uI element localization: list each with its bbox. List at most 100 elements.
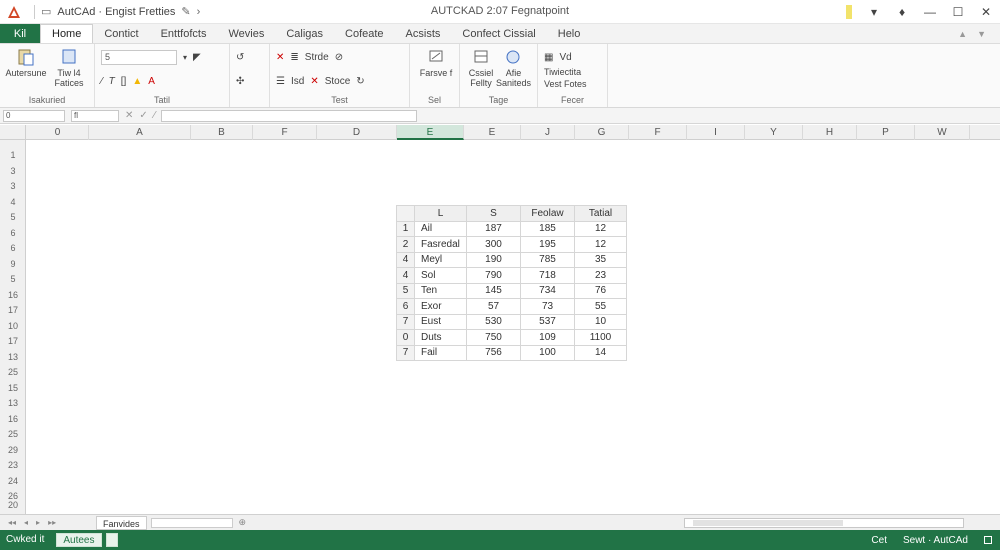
value-cell[interactable]: 100 xyxy=(520,344,575,361)
value-cell[interactable]: 756 xyxy=(466,344,521,361)
link-icon[interactable]: ⊘ xyxy=(335,52,343,63)
column-header[interactable]: W xyxy=(915,125,970,140)
row-index-cell[interactable]: 1 xyxy=(396,220,415,237)
brush-icon[interactable]: ⁄ xyxy=(101,76,103,87)
name-cell[interactable]: Exor xyxy=(414,298,467,315)
row-header[interactable]: 24 xyxy=(0,474,26,490)
name-cell[interactable]: Duts xyxy=(414,329,467,346)
restore-button[interactable]: ☐ xyxy=(944,5,972,19)
clear-icon[interactable]: ✕ xyxy=(310,76,318,87)
value-cell[interactable]: 57 xyxy=(466,298,521,315)
table-header-cell[interactable]: Tatial xyxy=(574,205,627,222)
align-row3-label[interactable]: Stoce xyxy=(325,76,351,87)
row-index-cell[interactable]: 7 xyxy=(396,344,415,361)
table-header-cell[interactable]: S xyxy=(466,205,521,222)
column-header[interactable]: F xyxy=(629,125,687,140)
column-header[interactable]: P xyxy=(857,125,915,140)
column-header[interactable]: H xyxy=(803,125,857,140)
value-cell[interactable]: 12 xyxy=(574,220,627,237)
format-painter-button[interactable]: Tiw l4 Fatices xyxy=(50,48,88,88)
row-index-cell[interactable]: 4 xyxy=(396,251,415,268)
save-icon[interactable]: ▭ xyxy=(41,5,51,18)
column-header[interactable]: I xyxy=(687,125,745,140)
font-color-icon[interactable]: A xyxy=(148,76,155,87)
name-cell[interactable]: Fasredal xyxy=(414,236,467,253)
name-cell[interactable]: Eust xyxy=(414,313,467,330)
name-cell[interactable]: Ten xyxy=(414,282,467,299)
prev-sheet-icon[interactable]: ◂ xyxy=(24,518,28,527)
row-header[interactable]: 10 xyxy=(0,319,26,335)
column-header[interactable]: G xyxy=(575,125,629,140)
value-cell[interactable]: 785 xyxy=(520,251,575,268)
row-header[interactable]: 29 xyxy=(0,443,26,459)
align-row2-label[interactable]: Isd xyxy=(291,76,304,87)
name-box[interactable]: 0 xyxy=(3,109,65,122)
column-header[interactable]: A xyxy=(89,125,191,140)
tab-home[interactable]: Home xyxy=(40,24,94,43)
delete-icon[interactable]: ✕ xyxy=(276,52,284,63)
italic-icon[interactable]: T xyxy=(109,76,115,87)
value-cell[interactable]: 195 xyxy=(520,236,575,253)
name-cell[interactable]: Meyl xyxy=(414,251,467,268)
column-header[interactable]: F xyxy=(253,125,317,140)
tab-file[interactable]: Kil xyxy=(0,24,40,43)
value-cell[interactable]: 790 xyxy=(466,267,521,284)
sheet-tab[interactable]: Fanvides xyxy=(96,515,147,530)
row-header[interactable]: 9 xyxy=(0,257,26,273)
row-header[interactable]: 23 xyxy=(0,458,26,474)
row-header[interactable]: 13 xyxy=(0,396,26,412)
pen-icon[interactable]: ✎ xyxy=(181,5,190,18)
cells-style-button[interactable]: Cssiel Fellty xyxy=(466,48,496,88)
value-cell[interactable]: 55 xyxy=(574,298,627,315)
row-header[interactable]: 1 xyxy=(0,148,26,164)
row-header[interactable]: 4 xyxy=(0,195,26,211)
row-header[interactable]: 20 xyxy=(0,498,26,514)
row-index-cell[interactable]: 0 xyxy=(396,329,415,346)
customize-qat-icon[interactable]: › xyxy=(197,6,201,18)
value-cell[interactable]: 185 xyxy=(520,220,575,237)
minimize-button[interactable]: — xyxy=(916,5,944,19)
align-row1-label[interactable]: Strde xyxy=(305,52,329,63)
cancel-icon[interactable]: ✕ xyxy=(125,110,133,121)
tab-help[interactable]: Helo xyxy=(547,24,592,43)
undo-icon[interactable]: ↺ xyxy=(236,52,244,63)
row-header[interactable]: 17 xyxy=(0,334,26,350)
last-sheet-icon[interactable]: ▸▸ xyxy=(48,518,56,527)
share-icon[interactable]: ♦ xyxy=(888,5,916,19)
ribbon-options-icon[interactable]: ▾ xyxy=(860,5,888,19)
value-cell[interactable]: 190 xyxy=(466,251,521,268)
value-cell[interactable]: 10 xyxy=(574,313,627,330)
value-cell[interactable]: 300 xyxy=(466,236,521,253)
value-cell[interactable]: 145 xyxy=(466,282,521,299)
view-icon[interactable] xyxy=(984,536,992,544)
row-header[interactable]: 5 xyxy=(0,210,26,226)
table-header-cell[interactable]: Feolaw xyxy=(520,205,575,222)
close-button[interactable]: ✕ xyxy=(972,5,1000,19)
editing-btn1[interactable]: Tiwiectita xyxy=(544,66,601,78)
number-format-button[interactable]: Farsve f xyxy=(416,48,456,78)
chevron-down-icon[interactable]: ▾ xyxy=(183,53,187,62)
value-cell[interactable]: 76 xyxy=(574,282,627,299)
select-all-corner[interactable] xyxy=(0,125,26,140)
editing-btn2[interactable]: Vest Fotes xyxy=(544,78,601,90)
align-icon[interactable]: ≣ xyxy=(290,52,298,63)
value-cell[interactable]: 750 xyxy=(466,329,521,346)
value-cell[interactable]: 73 xyxy=(520,298,575,315)
paste-button[interactable]: Autersune xyxy=(5,48,47,88)
column-header-selected[interactable]: E xyxy=(397,125,464,140)
value-cell[interactable]: 1100 xyxy=(574,329,627,346)
value-cell[interactable]: 23 xyxy=(574,267,627,284)
name-cell[interactable]: Sol xyxy=(414,267,467,284)
formula-input[interactable] xyxy=(161,109,418,122)
row-index-cell[interactable]: 6 xyxy=(396,298,415,315)
row-header[interactable]: 3 xyxy=(0,164,26,180)
grow-font-icon[interactable]: ◤ xyxy=(193,52,201,63)
row-index-cell[interactable]: 5 xyxy=(396,282,415,299)
row-header[interactable]: 13 xyxy=(0,350,26,366)
status-mode[interactable]: Autees xyxy=(56,533,102,547)
wrap-icon[interactable]: ☰ xyxy=(276,76,285,87)
name-box-secondary[interactable]: fl xyxy=(71,109,119,122)
add-sheet-icon[interactable]: ⊕ xyxy=(239,517,247,528)
status-right-2[interactable]: Sewt · AutCAd xyxy=(903,535,968,546)
row-header[interactable]: 15 xyxy=(0,381,26,397)
